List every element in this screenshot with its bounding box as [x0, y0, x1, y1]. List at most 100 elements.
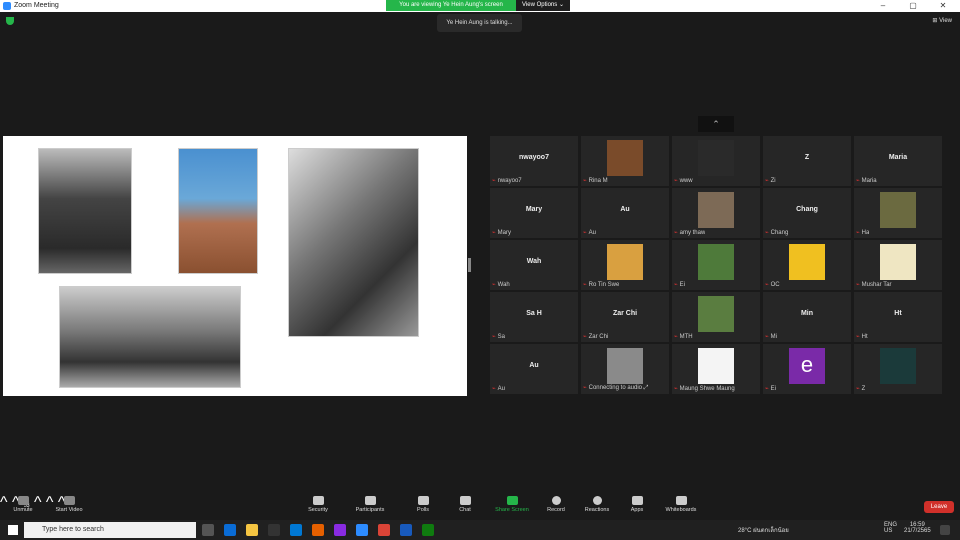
microphone-muted-icon: ⌁ [856, 334, 860, 340]
apps-label: Apps [630, 507, 644, 513]
microphone-muted-icon: ⌁ [583, 334, 587, 340]
scroll-up-button[interactable]: ⌃ [698, 116, 734, 132]
participant-label: ⌁ www [674, 177, 693, 184]
whiteboards-button[interactable]: Whiteboards [658, 496, 704, 513]
window-title: Zoom Meeting [14, 2, 59, 9]
start-video-label: Start Video [55, 507, 83, 513]
participant-label: ⌁ Ei [765, 385, 776, 392]
participant-label-text: MTH [679, 334, 693, 340]
participant-tile[interactable]: e ⌁ Ei [763, 344, 851, 394]
participant-tile[interactable]: ⌁ MTH [672, 292, 760, 342]
participant-label-text: Zar Chi [588, 334, 609, 340]
participant-tile[interactable]: Maria ⌁ Maria [854, 136, 942, 186]
participant-display-name: Zar Chi [612, 310, 638, 317]
participant-label: ⌁ Z [856, 385, 865, 392]
record-label: Record [547, 507, 565, 513]
weather[interactable]: 28°C ฝนตกเล็กน้อย [738, 525, 789, 535]
clock[interactable]: 16:59 21/7/2565 [904, 522, 931, 534]
search-placeholder: Type here to search [42, 526, 104, 533]
windows-start-icon[interactable] [8, 525, 18, 535]
participant-tile[interactable]: ⌁ Ha [854, 188, 942, 238]
participant-tile[interactable]: Chang ⌁ Chang [763, 188, 851, 238]
participant-label: ⌁ Mary [492, 229, 511, 236]
file-explorer-icon[interactable] [246, 524, 258, 536]
view-options-button[interactable]: View Options ⌄ [516, 0, 570, 11]
participant-tile[interactable]: ⌁ www [672, 136, 760, 186]
store-icon[interactable] [268, 524, 280, 536]
app-icon[interactable] [334, 524, 346, 536]
participant-label: ⌁ Sa [492, 333, 505, 340]
apps-button[interactable]: Apps [614, 496, 660, 513]
participant-label: ⌁ Ha [856, 229, 869, 236]
participant-label-text: OC [770, 282, 780, 288]
restore-button[interactable]: ▢ [898, 0, 928, 12]
task-view-icon[interactable] [202, 524, 214, 536]
participant-label: ⌁ Ht [856, 333, 868, 340]
microphone-muted-icon: ⌁ [674, 230, 678, 236]
participants-button[interactable]: Participants [347, 496, 393, 513]
view-label: View [939, 18, 952, 24]
notification-icon[interactable] [940, 525, 950, 535]
firefox-icon[interactable] [312, 524, 324, 536]
participant-tile[interactable]: ⌁ Mushar Tar [854, 240, 942, 290]
chat-icon [459, 496, 471, 505]
participant-tile[interactable]: Au ⌁ Au [581, 188, 669, 238]
participant-tile[interactable]: Ht ⌁ Ht [854, 292, 942, 342]
excel-icon[interactable] [422, 524, 434, 536]
participant-tile[interactable]: ⌁ Ro Tin Swe [581, 240, 669, 290]
split-handle[interactable] [468, 258, 471, 272]
security-button[interactable]: Security [295, 496, 341, 513]
microphone-muted-icon: ⌁ [492, 386, 496, 392]
participant-tile[interactable]: ⌁ amy thaw [672, 188, 760, 238]
zoom-taskbar-icon[interactable] [356, 524, 368, 536]
close-button[interactable]: ✕ [928, 0, 958, 12]
microphone-muted-icon: ⌁ [674, 334, 678, 340]
participant-tile[interactable]: Z ⌁ Zi [763, 136, 851, 186]
chrome-icon[interactable] [378, 524, 390, 536]
participant-tile[interactable]: Zar Chi ⌁ Zar Chi [581, 292, 669, 342]
word-icon[interactable] [400, 524, 412, 536]
participant-tile[interactable]: ⌁ Maung Shwe Maung [672, 344, 760, 394]
participant-tile[interactable]: nwayoo7 ⌁ nwayoo7 [490, 136, 578, 186]
participant-label-text: Zi [770, 178, 776, 184]
participant-label: ⌁ Zi [765, 177, 776, 184]
participant-label-text: Z [861, 386, 866, 392]
participant-display-name: Ht [894, 310, 902, 317]
microphone-muted-icon: ⌁ [765, 230, 769, 236]
participant-label: ⌁ nwayoo7 [492, 177, 522, 184]
chat-button[interactable]: Chat [442, 496, 488, 513]
participant-label-text: Ht [861, 334, 868, 340]
leave-button[interactable]: Leave [924, 501, 954, 513]
participant-display-name: Au [620, 206, 630, 213]
microphone-muted-icon: ⌁ [856, 230, 860, 236]
smiley-icon [592, 496, 602, 505]
participant-tile[interactable]: Wah ⌁ Wah [490, 240, 578, 290]
polls-button[interactable]: Polls [400, 496, 446, 513]
participant-label: ⌁ Connecting to audio ⤢ [583, 384, 648, 392]
share-screen-button[interactable]: Share Screen [489, 496, 535, 513]
participant-tile[interactable]: Au ⌁ Au [490, 344, 578, 394]
minimize-button[interactable]: – [868, 0, 898, 12]
start-video-button[interactable]: Start Video [46, 496, 92, 513]
participant-tile[interactable]: ⌁ OC [763, 240, 851, 290]
participant-tile[interactable]: ⌁ Z [854, 344, 942, 394]
edge-icon[interactable] [224, 524, 236, 536]
participant-display-name: Maria [888, 154, 908, 161]
participant-tile[interactable]: ⌁ Connecting to audio ⤢ [581, 344, 669, 394]
record-button[interactable]: Record [533, 496, 579, 513]
participant-tile[interactable]: Mary ⌁ Mary [490, 188, 578, 238]
participant-thumbnail [698, 192, 734, 228]
mail-icon[interactable] [290, 524, 302, 536]
participant-tile[interactable]: ⌁ Rina M [581, 136, 669, 186]
microphone-muted-icon: ⌁ [674, 282, 678, 288]
participant-tile[interactable]: ⌁ Ei [672, 240, 760, 290]
taskbar-search[interactable]: Type here to search [24, 522, 196, 538]
language-indicator[interactable]: ENG US [884, 522, 897, 534]
unmute-button[interactable]: Unmute [0, 496, 46, 513]
participant-display-name: Wah [526, 258, 542, 265]
participant-label-text: nwayoo7 [497, 178, 522, 184]
view-button[interactable]: ⊞ View [932, 17, 952, 24]
participant-tile[interactable]: Min ⌁ Mi [763, 292, 851, 342]
security-shield-icon[interactable] [6, 17, 14, 25]
participant-tile[interactable]: Sa H ⌁ Sa [490, 292, 578, 342]
